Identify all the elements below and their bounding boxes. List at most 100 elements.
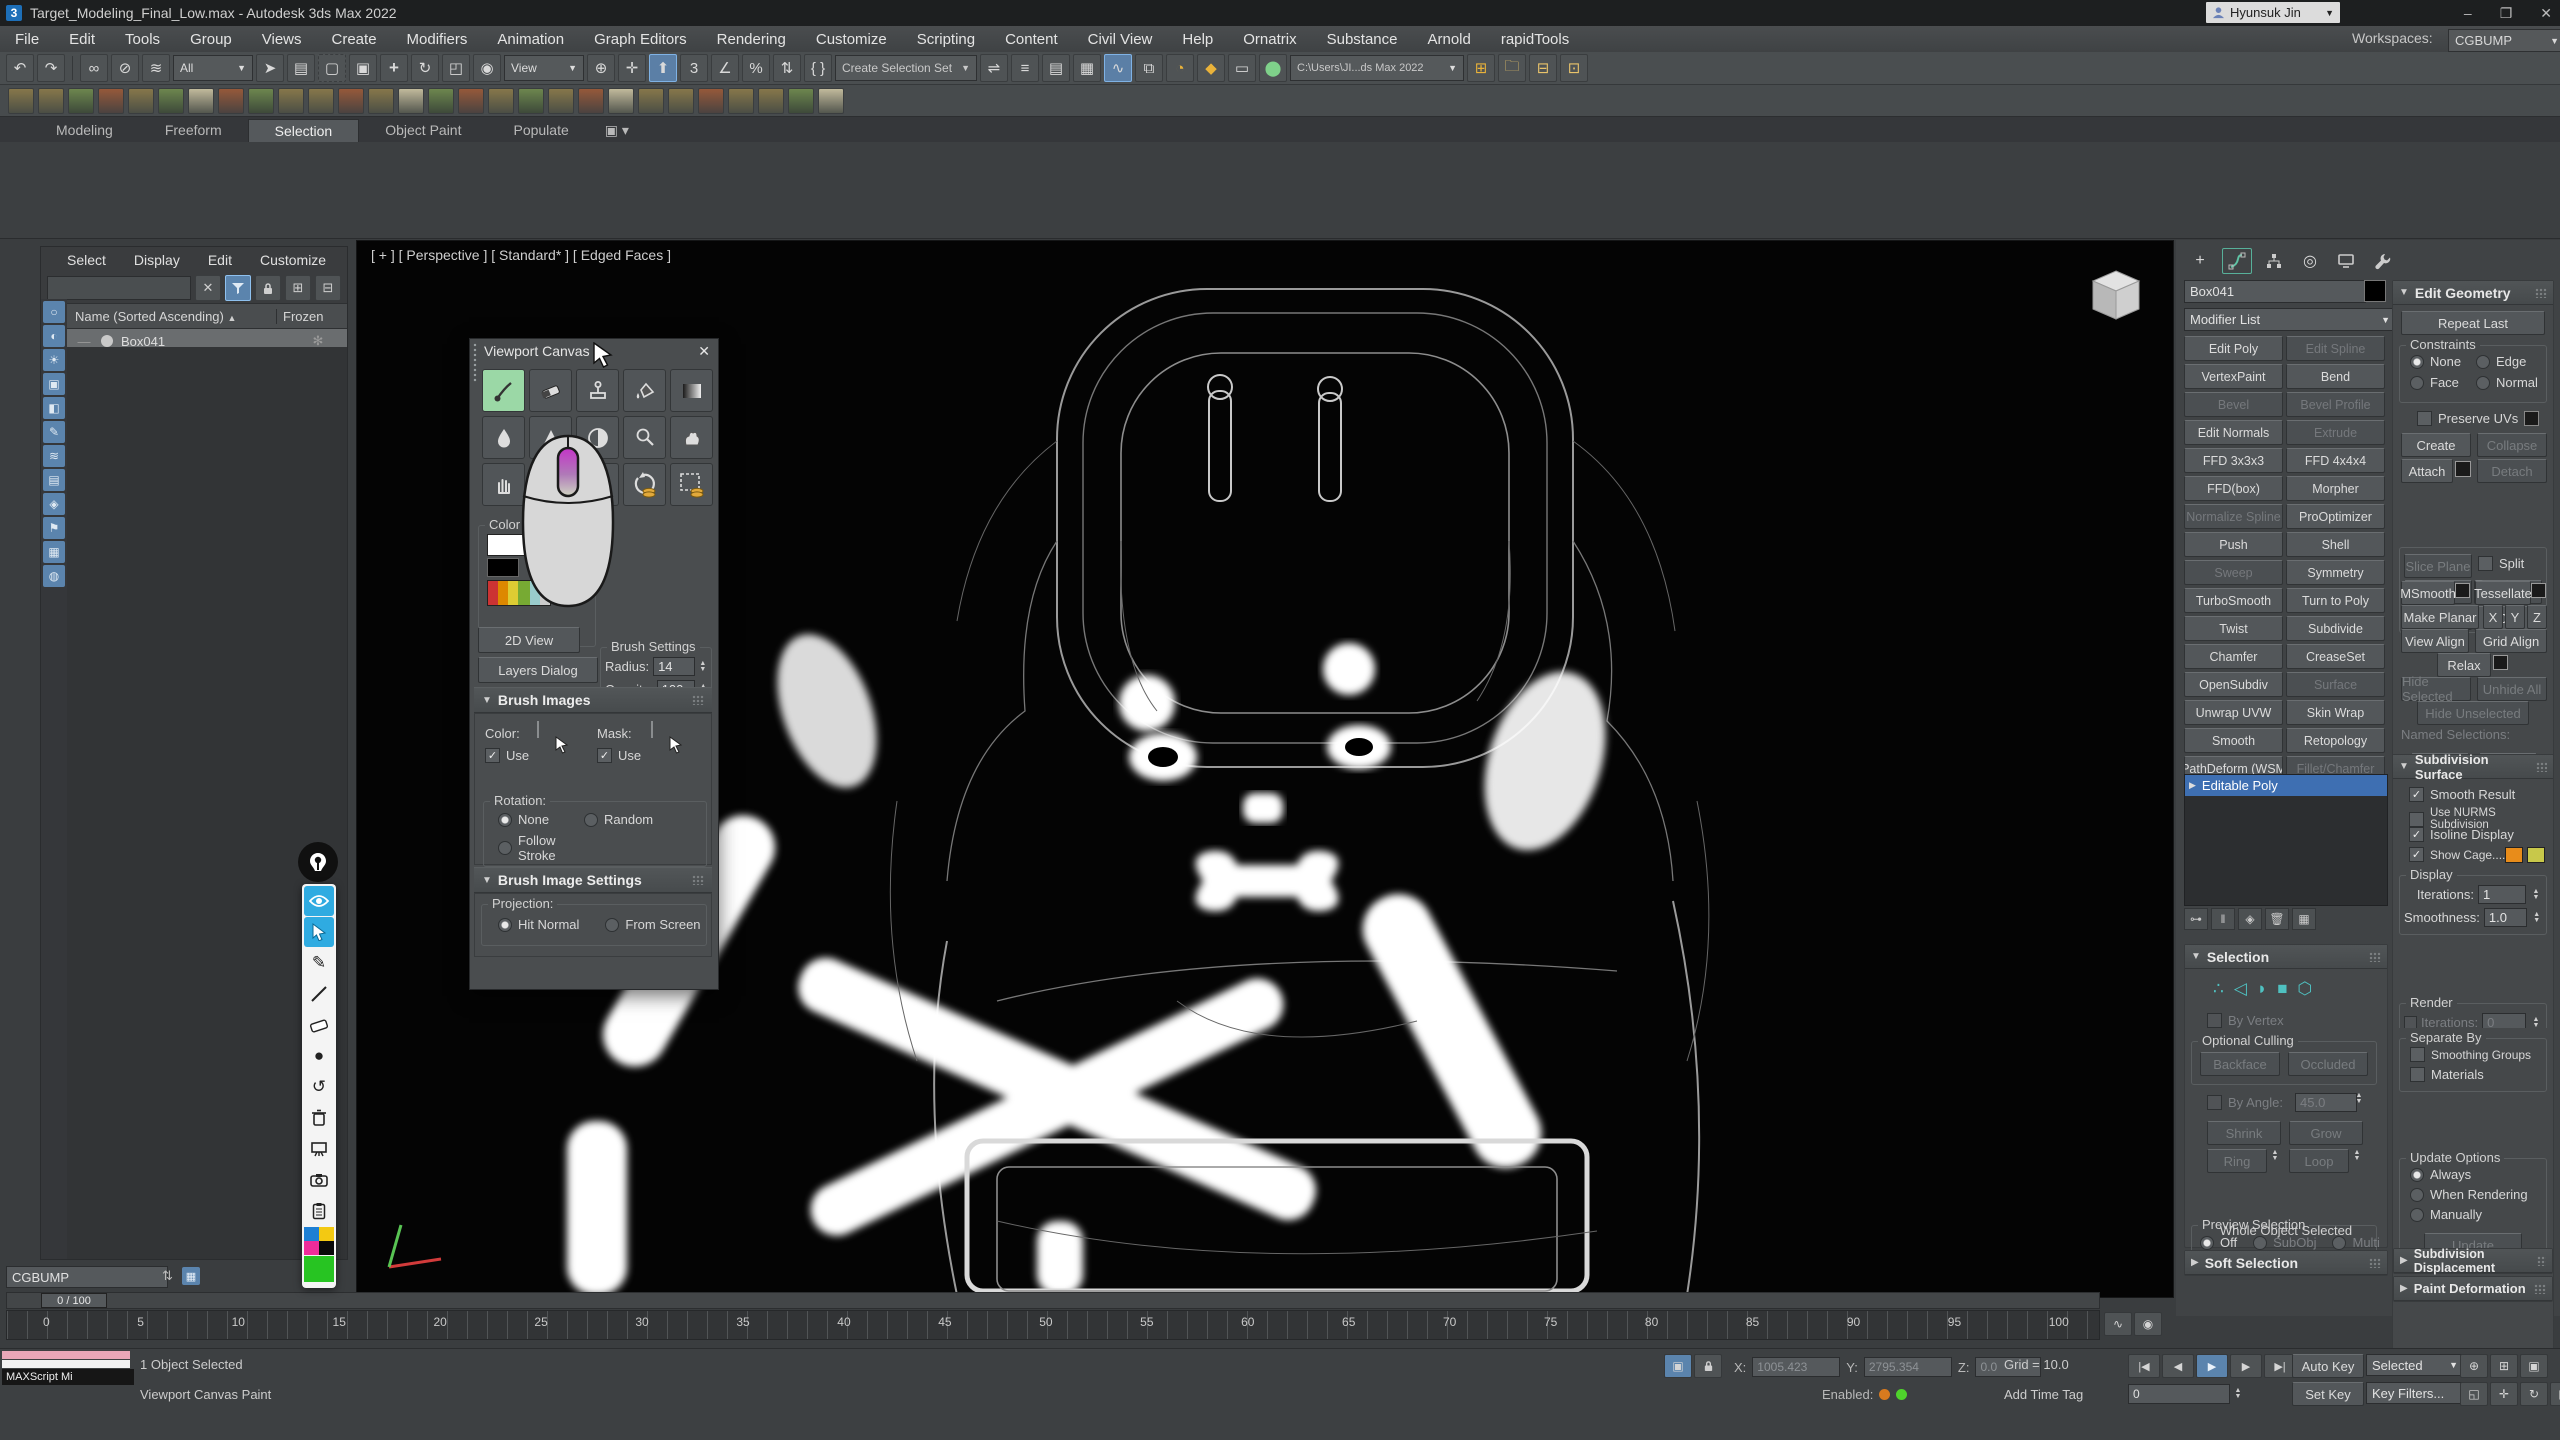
subdivision-displacement-header[interactable]: ▶Subdivision Displacement xyxy=(2394,1249,2552,1273)
select-object-icon[interactable]: ➤ xyxy=(256,54,284,82)
view-cube[interactable] xyxy=(2087,267,2145,325)
render-setup-icon[interactable]: ◆ xyxy=(1197,54,1225,82)
sort-arrows-icon[interactable]: ⇅ xyxy=(162,1268,173,1284)
display-iterations-field[interactable]: 1 xyxy=(2478,885,2526,904)
select-layer-tool[interactable] xyxy=(670,463,713,506)
screenshot-camera-icon[interactable] xyxy=(304,1165,334,1195)
planar-z-button[interactable]: Z xyxy=(2527,605,2547,629)
create-tab-icon[interactable]: + xyxy=(2186,249,2214,273)
fill-tool[interactable] xyxy=(623,369,666,412)
modifier-set-button[interactable]: Morpher xyxy=(2286,476,2385,501)
modifier-set-button[interactable]: FFD 4x4x4 xyxy=(2286,448,2385,473)
whiteboard-icon[interactable] xyxy=(304,1134,334,1164)
modifier-set-button[interactable]: Edit Spline xyxy=(2286,336,2385,361)
clear-search-icon[interactable]: ✕ xyxy=(195,275,221,301)
msmooth-button[interactable]: MSmooth xyxy=(2401,581,2455,605)
unlink-icon[interactable]: ⊘ xyxy=(111,54,139,82)
ribbon-config-icon[interactable]: ▣ ▾ xyxy=(597,119,637,142)
menu-item[interactable]: Civil View xyxy=(1073,27,1168,52)
plugin-tool-icon[interactable] xyxy=(668,88,694,114)
user-account-chip[interactable]: Hyunsuk Jin ▼ xyxy=(2206,2,2340,23)
configure-modifier-sets-icon[interactable]: ▦ xyxy=(2292,908,2316,930)
display-groups-icon[interactable]: ▤ xyxy=(43,469,65,491)
constraint-option[interactable]: Face xyxy=(2410,375,2476,390)
remove-modifier-icon[interactable]: 🗑 xyxy=(2265,908,2289,930)
display-helpers-icon[interactable]: ◧ xyxy=(43,397,65,419)
plugin-tool-icon[interactable] xyxy=(638,88,664,114)
blue-swatch[interactable] xyxy=(304,1227,319,1241)
slice-plane-button[interactable]: Slice Plane xyxy=(2404,554,2472,578)
color-image-thumbnail[interactable] xyxy=(537,721,539,738)
reference-coordinate-dropdown[interactable]: View▼ xyxy=(504,55,584,81)
plugin-tool-icon[interactable] xyxy=(98,88,124,114)
update-option[interactable]: When Rendering xyxy=(2410,1187,2528,1202)
edge-subobject-icon[interactable]: ◁ xyxy=(2234,979,2247,999)
link-hierarchy-icon[interactable]: ⊟ xyxy=(1529,54,1557,82)
track-bar[interactable]: 0510152025303540455055606570758085909510… xyxy=(6,1310,2100,1340)
time-slider[interactable]: 0 / 100 xyxy=(6,1292,2100,1309)
split-checkbox[interactable]: Split xyxy=(2478,556,2524,571)
modifier-set-button[interactable]: FFD 3x3x3 xyxy=(2184,448,2283,473)
yellow-swatch[interactable] xyxy=(319,1227,334,1241)
next-frame-icon[interactable]: ▶ xyxy=(2230,1354,2262,1378)
brush-size-dot-icon[interactable]: ● xyxy=(304,1041,334,1071)
field-of-view-icon[interactable]: ◱ xyxy=(2460,1382,2488,1406)
plugin-tool-icon[interactable] xyxy=(698,88,724,114)
constraint-option[interactable]: Normal xyxy=(2476,375,2542,390)
make-unique-icon[interactable]: ◈ xyxy=(2238,908,2262,930)
display-geometry-icon[interactable]: ◐ xyxy=(43,325,65,347)
align-icon[interactable]: ≡ xyxy=(1011,54,1039,82)
menu-item[interactable]: rapidTools xyxy=(1486,27,1584,52)
plugin-tool-icon[interactable] xyxy=(128,88,154,114)
spinner-snap-icon[interactable]: ⇅ xyxy=(773,54,801,82)
select-scale-icon[interactable]: ◰ xyxy=(442,54,470,82)
filter-icon[interactable] xyxy=(225,275,251,301)
plugin-tool-icon[interactable] xyxy=(398,88,424,114)
schematic-view-icon[interactable]: ⧉ xyxy=(1135,54,1163,82)
rectangular-selection-icon[interactable]: ▢ xyxy=(318,54,346,82)
plugin-tool-icon[interactable] xyxy=(728,88,754,114)
degradation-orange-dot[interactable] xyxy=(1879,1389,1890,1400)
snap-toggle-icon[interactable]: ⬆ xyxy=(649,54,677,82)
modifier-set-button[interactable]: Edit Normals xyxy=(2184,420,2283,445)
select-manipulate-icon[interactable]: ✛ xyxy=(618,54,646,82)
track-bar-filter-icon[interactable]: ◉ xyxy=(2134,1312,2162,1336)
time-slider-handle[interactable]: 0 / 100 xyxy=(41,1293,107,1308)
menu-item[interactable]: Views xyxy=(247,27,317,52)
close-button[interactable]: ✕ xyxy=(2540,5,2552,22)
brush-image-settings-header[interactable]: ▼Brush Image Settings xyxy=(474,867,712,893)
plugin-tool-icon[interactable] xyxy=(818,88,844,114)
update-option[interactable]: Always xyxy=(2410,1167,2528,1182)
scene-explorer-menu-item[interactable]: Edit xyxy=(196,252,244,268)
polygon-subobject-icon[interactable]: ■ xyxy=(2277,979,2287,999)
set-key-button[interactable]: Set Key xyxy=(2292,1382,2364,1406)
angle-spinner[interactable] xyxy=(2353,1093,2365,1105)
modifier-set-button[interactable]: Unwrap UVW xyxy=(2184,700,2283,725)
grid-toggle-icon[interactable]: ▦ xyxy=(182,1267,200,1285)
render-frame-icon[interactable]: ▭ xyxy=(1228,54,1256,82)
modifier-set-button[interactable]: Skin Wrap xyxy=(2286,700,2385,725)
modifier-set-button[interactable]: FFD(box) xyxy=(2184,476,2283,501)
plugin-tool-icon[interactable] xyxy=(788,88,814,114)
modifier-set-button[interactable]: Extrude xyxy=(2286,420,2385,445)
annotation-pen-logo[interactable] xyxy=(298,842,338,882)
ring-button[interactable]: Ring xyxy=(2207,1149,2267,1173)
modifier-set-button[interactable]: Bevel xyxy=(2184,392,2283,417)
modify-tab-icon[interactable] xyxy=(2222,248,2252,274)
select-rotate-icon[interactable]: ↻ xyxy=(411,54,439,82)
panel-close-icon[interactable]: ✕ xyxy=(698,343,710,360)
pencil-tool-icon[interactable]: ✎ xyxy=(304,948,334,978)
ribbon-tab[interactable]: Freeform xyxy=(139,119,248,142)
degradation-green-dot[interactable] xyxy=(1896,1389,1907,1400)
select-place-icon[interactable]: ◉ xyxy=(473,54,501,82)
plugin-tool-icon[interactable] xyxy=(248,88,274,114)
loop-spinner[interactable] xyxy=(2351,1150,2363,1162)
zoom-icon[interactable]: ⊕ xyxy=(2460,1354,2488,1378)
spinner-icon[interactable] xyxy=(699,661,707,673)
bind-spacewarp-icon[interactable]: ≋ xyxy=(142,54,170,82)
menu-item[interactable]: Scripting xyxy=(902,27,990,52)
eye-icon[interactable] xyxy=(304,886,334,916)
open-mini-curve-editor-icon[interactable]: ∿ xyxy=(2104,1312,2132,1336)
background-color-swatch[interactable] xyxy=(487,558,519,577)
x-coord-field[interactable]: 1005.423 xyxy=(1752,1357,1840,1377)
